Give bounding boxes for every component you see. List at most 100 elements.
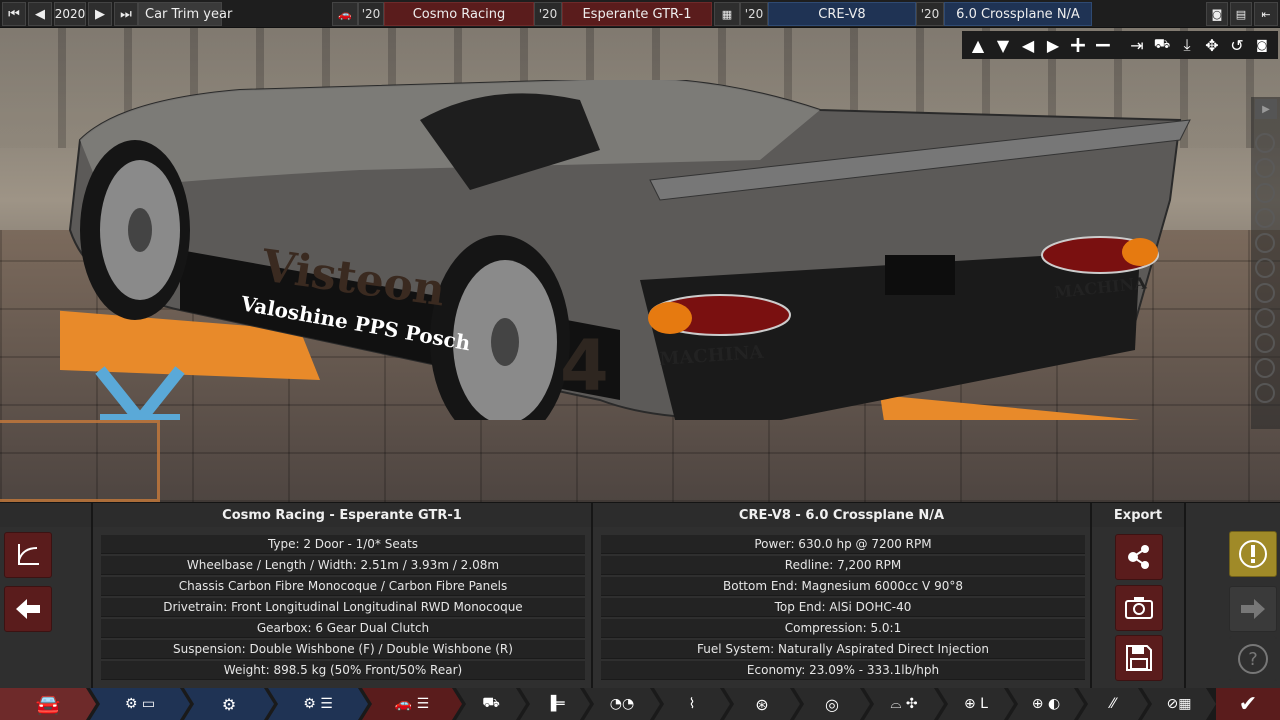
engine-menu-button[interactable]: ▦ bbox=[714, 2, 740, 26]
nav-suspension-tab[interactable]: ⌇ bbox=[654, 688, 730, 720]
engine-variant-name: 6.0 Crossplane N/A bbox=[956, 6, 1080, 22]
checkered-flag-icon: ⊘▦ bbox=[1166, 696, 1192, 712]
panel-icon[interactable] bbox=[1255, 208, 1275, 228]
minus-icon: − bbox=[1093, 32, 1113, 58]
nav-engine-family-tab[interactable]: ⚙ ▭ bbox=[90, 688, 190, 720]
share-icon bbox=[1128, 545, 1149, 569]
figure-icon[interactable] bbox=[1255, 358, 1275, 378]
save-button[interactable] bbox=[1115, 635, 1163, 681]
model-selector[interactable]: Esperante GTR-1 bbox=[562, 2, 712, 26]
next-year-button[interactable]: ▶ bbox=[88, 2, 112, 26]
first-year-button[interactable]: ⏮ bbox=[2, 2, 26, 26]
nav-aero-tab[interactable]: ⌓ ✣ bbox=[864, 688, 944, 720]
car-model-menu-button[interactable]: 🚗 bbox=[332, 2, 358, 26]
nav-interior-tab[interactable]: ⊕ L bbox=[938, 688, 1014, 720]
car-year-1: '20 bbox=[358, 2, 384, 26]
last-year-button[interactable]: ⏭ bbox=[114, 2, 138, 26]
export-panel: Export bbox=[1092, 503, 1186, 689]
pistons-icon: ⚙ bbox=[221, 694, 237, 714]
reset-view-button[interactable]: ↺ bbox=[1225, 33, 1249, 57]
warning-button[interactable] bbox=[1229, 531, 1277, 577]
top-bar: ⏮ ◀ 2020 ▶ ⏭ Car Trim year 🚗 '20 Cosmo R… bbox=[0, 0, 1280, 28]
right-action-panel: ? bbox=[1186, 503, 1280, 689]
zoom-out-button[interactable]: − bbox=[1091, 32, 1115, 58]
nav-brakes-tab[interactable]: ◎ bbox=[794, 688, 870, 720]
rotate-view-button[interactable]: ✥ bbox=[1200, 33, 1224, 57]
collapse-strip-button[interactable]: ▶ bbox=[1255, 99, 1277, 119]
nav-testing-tab[interactable]: ⊘▦ bbox=[1142, 688, 1216, 720]
body-shape-icon: ◔◔ bbox=[609, 696, 635, 712]
nav-engine-variant-tab[interactable]: ⚙ ☰ bbox=[268, 688, 368, 720]
exit-button[interactable]: ⇤ bbox=[1254, 2, 1278, 26]
year-display: 2020 bbox=[54, 2, 86, 26]
triangle-up-icon: ▲ bbox=[971, 35, 985, 55]
nav-chassis-tab[interactable]: ⛟ bbox=[456, 688, 526, 720]
help-button[interactable]: ? bbox=[1229, 636, 1277, 682]
car-view-button[interactable]: ⛟ bbox=[1150, 33, 1174, 57]
camera-icon: ◙ bbox=[1256, 38, 1268, 52]
camera-right-button[interactable]: ▶ bbox=[1041, 33, 1065, 57]
drivetrain-icon[interactable] bbox=[1255, 183, 1275, 203]
next-button[interactable] bbox=[1229, 586, 1277, 632]
camera-down-button[interactable]: ▼ bbox=[991, 33, 1015, 57]
car-spec-gearbox: Gearbox: 6 Gear Dual Clutch bbox=[101, 619, 585, 638]
circle-icon[interactable] bbox=[1255, 383, 1275, 403]
nav-safety-tab[interactable]: ⊕ ◐ bbox=[1008, 688, 1084, 720]
skip-back-icon: ⏮ bbox=[8, 6, 20, 22]
camera-up-button[interactable]: ▲ bbox=[966, 33, 990, 57]
brake-disc-icon: ◎ bbox=[825, 694, 839, 714]
designer-nav-bar: 🚘 ⚙ ▭ ⚙ ⚙ ☰ 🚗 ☰ ⛟ ▐═ ◔◔ ⌇ ⊛ ◎ ⌓ ✣ ⊕ L ⊕ … bbox=[0, 688, 1280, 720]
camera-left-button[interactable]: ◀ bbox=[1016, 33, 1040, 57]
car-spec-chassis: Chassis Carbon Fibre Monocoque / Carbon … bbox=[101, 577, 585, 596]
nav-engine-tab[interactable]: ⚙ bbox=[184, 688, 274, 720]
gear-icon[interactable] bbox=[1255, 333, 1275, 353]
nav-drivetrain-tab[interactable]: ▐═ bbox=[520, 688, 590, 720]
play-icon: ▶ bbox=[1262, 103, 1270, 115]
grille-icon[interactable] bbox=[1255, 258, 1275, 278]
spring-icon: ⌇ bbox=[688, 696, 696, 712]
exhaust-icon[interactable] bbox=[1255, 158, 1275, 178]
car-spec-drivetrain: Drivetrain: Front Longitudinal Longitudi… bbox=[101, 598, 585, 617]
wheel-icon[interactable] bbox=[1255, 133, 1275, 153]
lower-button[interactable]: ⤓ bbox=[1175, 33, 1199, 57]
car-icon: 🚗 bbox=[338, 7, 352, 21]
car-info-panel: Cosmo Racing - Esperante GTR-1 Type: 2 D… bbox=[93, 503, 593, 689]
share-button[interactable] bbox=[1115, 534, 1163, 580]
engine-family-selector[interactable]: CRE-V8 bbox=[768, 2, 916, 26]
nav-car-model-tab[interactable]: 🚗 ☰ bbox=[362, 688, 462, 720]
photo-button[interactable]: ◙ bbox=[1250, 33, 1274, 57]
floor-marking bbox=[0, 420, 160, 502]
engine-icon: ▦ bbox=[721, 7, 733, 21]
lift-icon[interactable] bbox=[1255, 283, 1275, 303]
company-selector[interactable]: Cosmo Racing bbox=[384, 2, 534, 26]
screenshot-button[interactable]: ◙ bbox=[1206, 2, 1228, 26]
arrow-left-icon bbox=[16, 599, 40, 619]
nav-car-tab[interactable]: 🚘 bbox=[0, 688, 96, 720]
body-icon[interactable] bbox=[1255, 233, 1275, 253]
camera-toolbar: ▲ ▼ ◀ ▶ + − ⇥ ⛟ ⤓ ✥ ↺ ◙ bbox=[962, 31, 1278, 59]
nav-fuel-tab[interactable]: ⁄⁄ bbox=[1078, 688, 1148, 720]
back-button[interactable] bbox=[4, 586, 52, 632]
engine-variant-selector[interactable]: 6.0 Crossplane N/A bbox=[944, 2, 1092, 26]
nav-wheels-tab[interactable]: ⊛ bbox=[724, 688, 800, 720]
exit-icon: ⇤ bbox=[1261, 7, 1271, 21]
graph-button[interactable] bbox=[4, 532, 52, 578]
align-button[interactable]: ⇥ bbox=[1125, 33, 1149, 57]
car-icon: 🚘 bbox=[35, 692, 61, 716]
calculator-button[interactable]: ▤ bbox=[1230, 2, 1252, 26]
triangle-down-icon: ▼ bbox=[996, 35, 1010, 55]
3d-viewport[interactable]: Visteon Valoshine PPS Posch 4 MACHINA MA… bbox=[0, 0, 1280, 502]
engine-year-1: '20 bbox=[740, 2, 768, 26]
front-wheel bbox=[80, 140, 190, 320]
camera-icon: ◙ bbox=[1211, 7, 1223, 21]
nav-body-tab[interactable]: ◔◔ bbox=[584, 688, 660, 720]
export-photo-button[interactable] bbox=[1115, 585, 1163, 631]
prev-year-button[interactable]: ◀ bbox=[28, 2, 52, 26]
car-list-icon: 🚗 ☰ bbox=[394, 696, 430, 712]
calculator-icon: ▤ bbox=[1235, 7, 1247, 21]
brake-icon[interactable] bbox=[1255, 308, 1275, 328]
zoom-in-button[interactable]: + bbox=[1066, 33, 1090, 58]
arrow-right-icon bbox=[1241, 599, 1265, 619]
model-name: Esperante GTR-1 bbox=[582, 6, 692, 22]
nav-finish-tab[interactable]: ✔ bbox=[1216, 688, 1280, 720]
